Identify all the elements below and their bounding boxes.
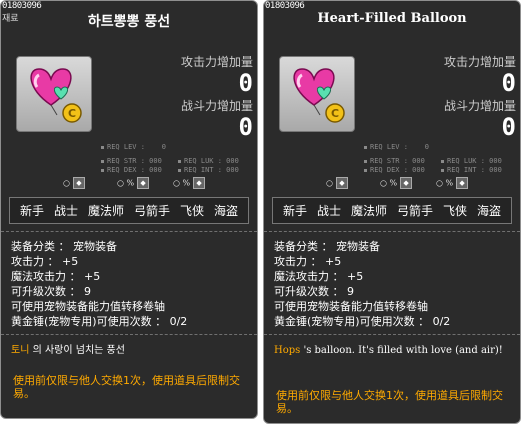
req-luk: REQ LUK : 000 (178, 157, 239, 165)
req-dex: REQ DEX : 000 (364, 166, 425, 174)
item-description: Hops 's balloon. It's filled with love (… (274, 345, 503, 356)
job-pirate: 海盗 (476, 204, 501, 218)
job-list: 新手 战士 魔法师 弓箭手 飞侠 海盗 (9, 197, 249, 224)
item-id: 01803096 (265, 1, 305, 11)
heart-balloon-icon: C (293, 68, 345, 123)
heart-balloon-icon: C (30, 68, 82, 123)
job-magician: 魔法师 (350, 204, 387, 218)
job-icon: ◆ (335, 177, 348, 189)
job-mark: ○ % ◆ (380, 177, 413, 189)
job-icon: ◆ (137, 177, 150, 189)
item-properties: 装备分类 ： 宠物装备 攻击力 ： +5 魔法攻击力 ： +5 可升级次数 ： … (274, 239, 450, 329)
svg-text:C: C (68, 107, 76, 120)
req-dex: REQ DEX : 000 (101, 166, 162, 174)
job-requirement-row: ○ ◆ ○ % ◆ ○ % ◆ (264, 177, 520, 191)
job-mark: ○ ◆ (326, 177, 348, 189)
item-properties: 装备分类 ： 宠物装备 攻击力 ： +5 魔法攻击力 ： +5 可升级次数 ： … (11, 239, 187, 329)
prop-transfer-scroll: 可使用宠物装备能力值转移卷轴 (11, 300, 165, 313)
job-thief: 飞侠 (442, 204, 467, 218)
item-title: Heart-Filled Balloon (317, 11, 467, 26)
item-icon-box: C (16, 56, 92, 132)
item-tooltip-right: 01803096 Heart-Filled Balloon C 攻击力增加量 0… (263, 0, 521, 424)
prop-magic-attack: 魔法攻击力 ： +5 (274, 270, 364, 283)
job-requirement-row: ○ ◆ ○ % ◆ ○ % ◆ (1, 177, 257, 191)
job-icon: ◆ (400, 177, 413, 189)
divider (264, 334, 520, 335)
combat-increase-label: 战斗力增加量 (443, 99, 516, 113)
prop-upgrades: 可升级次数 ： 9 (11, 285, 91, 298)
req-str: REQ STR : 000 (101, 157, 162, 165)
job-pirate: 海盗 (213, 204, 238, 218)
req-lev: REQ LEV : 0 (364, 143, 429, 151)
job-list: 新手 战士 魔法师 弓箭手 飞侠 海盗 (272, 197, 512, 224)
prop-attack: 攻击力 ： +5 (11, 255, 79, 268)
prop-magic-attack: 魔法攻击力 ： +5 (11, 270, 101, 283)
description-highlight: Hops (274, 345, 301, 356)
job-icon: ◆ (456, 177, 469, 189)
prop-golden-hammer: 黄金锤(宠物专用)可使用次数 ： 0/2 (11, 315, 188, 328)
divider (1, 231, 257, 232)
job-mark: ○ % ◆ (117, 177, 150, 189)
attack-increase-value: 0 (501, 69, 516, 97)
trade-restriction: 使用前仅限与他人交换1次，使用道具后限制交易。 (13, 374, 240, 400)
item-icon-box: C (279, 56, 355, 132)
job-icon: ◆ (72, 177, 85, 189)
prop-category: 装备分类 ： 宠物装备 (11, 240, 117, 253)
attack-increase-value: 0 (238, 69, 253, 97)
prop-golden-hammer: 黄金锤(宠物专用)可使用次数 ： 0/2 (274, 315, 451, 328)
combat-increase-label: 战斗力增加量 (180, 99, 253, 113)
req-int: REQ INT : 000 (441, 166, 502, 174)
job-warrior: 战士 (53, 204, 78, 218)
prop-category: 装备分类 ： 宠物装备 (274, 240, 380, 253)
job-mark: ○ ◆ (63, 177, 85, 189)
item-id: 01803096 (2, 1, 42, 11)
item-description: 토니 의 사랑이 넘치는 풍선 (11, 345, 125, 356)
item-tooltip-left: 01803096 재료 하트뽕뽕 풍선 C 攻击力增加量 0 战斗力增加量 0 … (0, 0, 258, 419)
job-magician: 魔法师 (87, 204, 124, 218)
req-luk: REQ LUK : 000 (441, 157, 502, 165)
prop-transfer-scroll: 可使用宠物装备能力值转移卷轴 (274, 300, 428, 313)
job-beginner: 新手 (19, 204, 44, 218)
trade-restriction: 使用前仅限与他人交换1次，使用道具后限制交易。 (276, 389, 503, 415)
job-warrior: 战士 (316, 204, 341, 218)
divider (1, 334, 257, 335)
req-str: REQ STR : 000 (364, 157, 425, 165)
attack-increase-label: 攻击力增加量 (443, 55, 516, 69)
job-archer: 弓箭手 (396, 204, 433, 218)
item-title: 하트뽕뽕 풍선 (87, 14, 171, 30)
job-archer: 弓箭手 (133, 204, 170, 218)
prop-attack: 攻击力 ： +5 (274, 255, 342, 268)
job-beginner: 新手 (282, 204, 307, 218)
attack-increase-label: 攻击力增加量 (180, 55, 253, 69)
combat-increase-value: 0 (501, 113, 516, 141)
req-int: REQ INT : 000 (178, 166, 239, 174)
job-thief: 飞侠 (179, 204, 204, 218)
description-highlight: 토니 (11, 345, 30, 356)
svg-text:C: C (331, 107, 339, 120)
job-mark: ○ % ◆ (173, 177, 206, 189)
combat-increase-value: 0 (238, 113, 253, 141)
req-lev: REQ LEV : 0 (101, 143, 166, 151)
job-mark: ○ % ◆ (436, 177, 469, 189)
job-icon: ◆ (193, 177, 206, 189)
prop-upgrades: 可升级次数 ： 9 (274, 285, 354, 298)
divider (264, 231, 520, 232)
